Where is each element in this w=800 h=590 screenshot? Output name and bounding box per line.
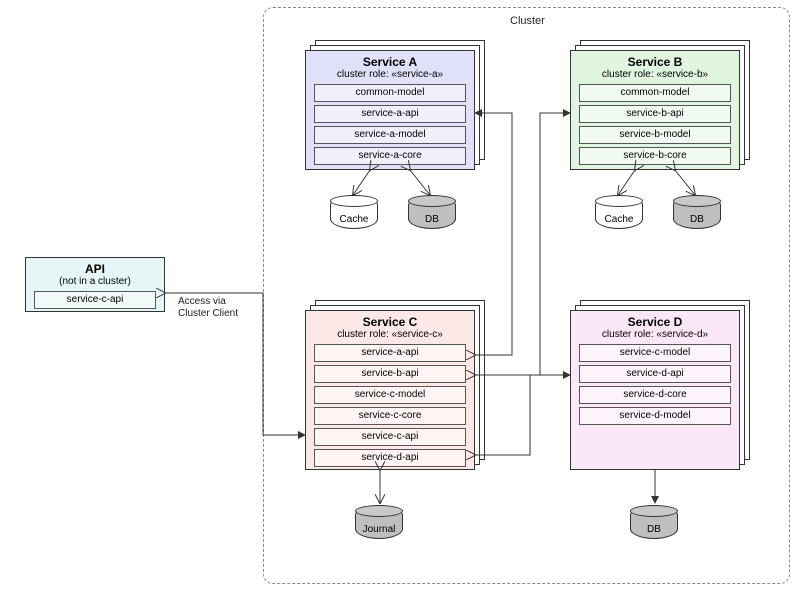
- service-d-mod: service-c-model: [579, 344, 731, 362]
- service-b-subtitle: cluster role: «service-b»: [571, 69, 739, 80]
- db-icon: DB: [630, 505, 678, 539]
- service-b-db-label: DB: [674, 214, 720, 225]
- journal-icon: Journal: [355, 505, 403, 539]
- cache-icon: Cache: [595, 195, 643, 229]
- service-a-node: Service A cluster role: «service-a» comm…: [305, 40, 475, 170]
- service-c-mod: service-c-model: [314, 386, 466, 404]
- service-a-subtitle: cluster role: «service-a»: [306, 69, 474, 80]
- service-d-subtitle: cluster role: «service-d»: [571, 329, 739, 340]
- service-d-title: Service D: [571, 311, 739, 329]
- service-b-mod: service-b-core: [579, 147, 731, 165]
- service-d-mod: service-d-model: [579, 407, 731, 425]
- service-c-journal-label: Journal: [356, 524, 402, 535]
- api-node: API (not in a cluster) service-c-api: [25, 247, 165, 312]
- api-subtitle: (not in a cluster): [26, 276, 164, 287]
- service-a-mod: service-a-model: [314, 126, 466, 144]
- service-c-mod: service-d-api: [314, 449, 466, 467]
- cache-icon: Cache: [330, 195, 378, 229]
- access-label: Access via Cluster Client: [178, 296, 238, 320]
- service-c-title: Service C: [306, 311, 474, 329]
- db-icon: DB: [673, 195, 721, 229]
- service-a-mod: service-a-api: [314, 105, 466, 123]
- service-a-db-label: DB: [409, 214, 455, 225]
- service-c-mod: service-b-api: [314, 365, 466, 383]
- service-d-db-label: DB: [631, 524, 677, 535]
- service-b-mod: common-model: [579, 84, 731, 102]
- api-title: API: [26, 258, 164, 276]
- service-b-node: Service B cluster role: «service-b» comm…: [570, 40, 740, 170]
- service-c-node: Service C cluster role: «service-c» serv…: [305, 300, 475, 470]
- service-b-title: Service B: [571, 51, 739, 69]
- diagram-canvas: Cluster API (not in a cluster) service-c…: [0, 0, 800, 590]
- service-d-mod: service-d-core: [579, 386, 731, 404]
- service-b-mod: service-b-model: [579, 126, 731, 144]
- service-a-mod: common-model: [314, 84, 466, 102]
- api-mod: service-c-api: [34, 291, 156, 309]
- cluster-label: Cluster: [510, 15, 545, 27]
- service-d-node: Service D cluster role: «service-d» serv…: [570, 300, 740, 470]
- service-c-mod: service-c-api: [314, 428, 466, 446]
- db-icon: DB: [408, 195, 456, 229]
- service-d-mod: service-d-api: [579, 365, 731, 383]
- service-c-mod: service-a-api: [314, 344, 466, 362]
- service-a-cache-label: Cache: [331, 214, 377, 225]
- service-a-title: Service A: [306, 51, 474, 69]
- service-b-cache-label: Cache: [596, 214, 642, 225]
- service-b-mod: service-b-api: [579, 105, 731, 123]
- service-c-subtitle: cluster role: «service-c»: [306, 329, 474, 340]
- service-c-mod: service-c-core: [314, 407, 466, 425]
- service-a-mod: service-a-core: [314, 147, 466, 165]
